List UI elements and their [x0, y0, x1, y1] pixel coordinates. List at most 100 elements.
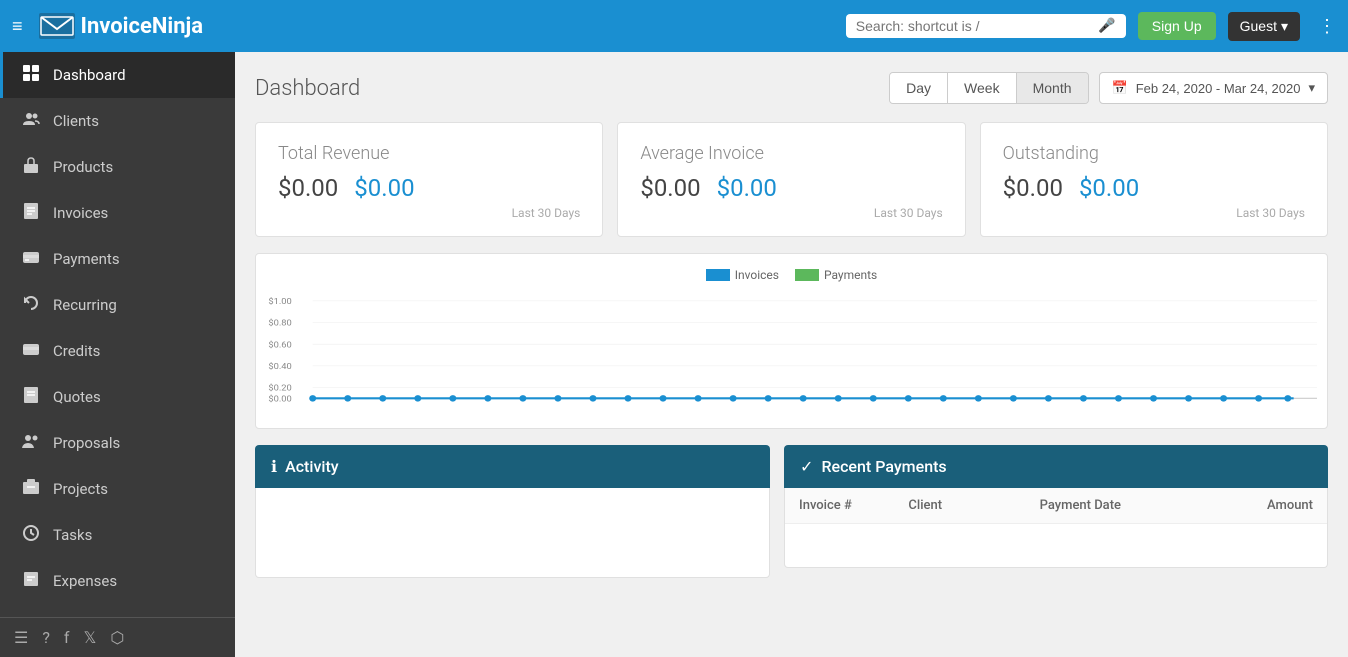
activity-panel-body — [255, 488, 770, 578]
clients-icon — [21, 110, 41, 132]
bottom-section: ℹ Activity ✓ Recent Payments Invoice # C… — [255, 445, 1328, 578]
stat-card-average-invoice: Average Invoice $0.00 $0.00 Last 30 Days — [617, 122, 965, 237]
stat-values: $0.00 $0.00 — [640, 174, 942, 202]
sidebar-item-label: Expenses — [53, 572, 117, 590]
stat-main-value: $0.00 — [278, 174, 338, 202]
sidebar-item-label: Credits — [53, 342, 100, 360]
sidebar-footer: ☰ ? f 𝕏 ⬡ — [0, 617, 235, 657]
period-btn-day[interactable]: Day — [890, 73, 948, 103]
activity-panel-header: ℹ Activity — [255, 445, 770, 488]
sidebar-item-label: Invoices — [53, 204, 108, 222]
stat-title: Average Invoice — [640, 143, 942, 164]
col-client-header: Client — [908, 498, 1039, 513]
chart-area: $1.00 $0.80 $0.60 $0.40 $0.20 $0.00 — [266, 290, 1317, 420]
stat-card-total-revenue: Total Revenue $0.00 $0.00 Last 30 Days — [255, 122, 603, 237]
sidebar-item-recurring[interactable]: Recurring — [0, 282, 235, 328]
products-icon — [21, 156, 41, 178]
date-range-button[interactable]: 📅 Feb 24, 2020 - Mar 24, 2020 ▾ — [1099, 72, 1329, 104]
chart-container: Invoices Payments $1.00 — [255, 253, 1328, 429]
tasks-icon — [21, 524, 41, 546]
sidebar-item-dashboard[interactable]: Dashboard — [0, 52, 235, 98]
ellipsis-icon[interactable]: ⋮ — [1318, 16, 1336, 37]
chart-svg: $1.00 $0.80 $0.60 $0.40 $0.20 $0.00 — [266, 290, 1317, 420]
sidebar: Dashboard Clients Products Invoices Paym… — [0, 52, 235, 657]
stat-main-value: $0.00 — [1003, 174, 1063, 202]
recent-payments-panel: ✓ Recent Payments Invoice # Client Payme… — [784, 445, 1328, 578]
github-icon[interactable]: ⬡ — [110, 628, 124, 647]
sidebar-item-products[interactable]: Products — [0, 144, 235, 190]
sidebar-item-label: Products — [53, 158, 113, 176]
col-amount-header: Amount — [1204, 498, 1313, 513]
legend-payments-label: Payments — [824, 268, 877, 282]
stat-card-outstanding: Outstanding $0.00 $0.00 Last 30 Days — [980, 122, 1328, 237]
dashboard-icon — [21, 64, 41, 86]
search-bar[interactable]: 🎤 — [846, 14, 1126, 38]
expenses-icon — [21, 570, 41, 592]
col-date-header: Payment Date — [1040, 498, 1204, 513]
svg-text:$0.80: $0.80 — [268, 318, 291, 329]
sidebar-item-clients[interactable]: Clients — [0, 98, 235, 144]
sidebar-item-payments[interactable]: Payments — [0, 236, 235, 282]
facebook-icon[interactable]: f — [64, 628, 70, 647]
legend-payments-box — [795, 269, 819, 281]
sidebar-item-expenses[interactable]: Expenses — [0, 558, 235, 604]
projects-icon — [21, 478, 41, 500]
chevron-down-icon: ▾ — [1281, 18, 1288, 35]
activity-title: Activity — [285, 457, 339, 476]
logo-envelope-icon — [39, 13, 75, 39]
date-range-label: Feb 24, 2020 - Mar 24, 2020 — [1136, 81, 1301, 96]
col-invoice-header: Invoice # — [799, 498, 908, 513]
sidebar-item-proposals[interactable]: Proposals — [0, 420, 235, 466]
stat-title: Total Revenue — [278, 143, 580, 164]
sidebar-item-label: Dashboard — [53, 66, 126, 84]
legend-invoices-label: Invoices — [735, 268, 779, 282]
legend-invoices-box — [706, 269, 730, 281]
sidebar-item-quotes[interactable]: Quotes — [0, 374, 235, 420]
signup-button[interactable]: Sign Up — [1138, 12, 1216, 40]
search-input[interactable] — [856, 18, 1093, 34]
recurring-icon — [21, 294, 41, 316]
top-header: ≡ InvoiceNinja 🎤 Sign Up Guest ▾ ⋮ — [0, 0, 1348, 52]
chevron-down-icon: ▾ — [1308, 80, 1315, 96]
sidebar-item-tasks[interactable]: Tasks — [0, 512, 235, 558]
payments-icon — [21, 248, 41, 270]
sidebar-item-projects[interactable]: Projects — [0, 466, 235, 512]
svg-text:$0.60: $0.60 — [268, 340, 291, 351]
calendar-icon: 📅 — [1112, 80, 1128, 96]
logo-text: InvoiceNinja — [81, 14, 204, 39]
table-header: Invoice # Client Payment Date Amount — [785, 488, 1327, 524]
stat-values: $0.00 $0.00 — [278, 174, 580, 202]
period-buttons: DayWeekMonth — [889, 72, 1088, 104]
proposals-icon — [21, 432, 41, 454]
stat-blue-value: $0.00 — [717, 174, 777, 202]
legend-payments: Payments — [795, 268, 877, 282]
period-btn-week[interactable]: Week — [948, 73, 1017, 103]
help-icon[interactable]: ☰ — [14, 628, 28, 647]
credits-icon — [21, 340, 41, 362]
sidebar-item-invoices[interactable]: Invoices — [0, 190, 235, 236]
stat-main-value: $0.00 — [640, 174, 700, 202]
twitter-icon[interactable]: 𝕏 — [83, 628, 96, 647]
payments-check-icon: ✓ — [800, 457, 813, 476]
svg-text:$0.00: $0.00 — [268, 394, 291, 405]
period-btn-month[interactable]: Month — [1017, 73, 1088, 103]
sidebar-item-credits[interactable]: Credits — [0, 328, 235, 374]
stat-blue-value: $0.00 — [354, 174, 414, 202]
sidebar-item-label: Tasks — [53, 526, 92, 544]
stat-blue-value: $0.00 — [1079, 174, 1139, 202]
stat-sub-label: Last 30 Days — [1003, 206, 1305, 220]
hamburger-icon[interactable]: ≡ — [12, 16, 23, 37]
quotes-icon — [21, 386, 41, 408]
sidebar-item-label: Projects — [53, 480, 108, 498]
stat-sub-label: Last 30 Days — [278, 206, 580, 220]
header-controls: DayWeekMonth 📅 Feb 24, 2020 - Mar 24, 20… — [889, 72, 1328, 104]
activity-panel: ℹ Activity — [255, 445, 770, 578]
mic-icon: 🎤 — [1098, 18, 1115, 34]
payments-panel-body: Invoice # Client Payment Date Amount — [784, 488, 1328, 568]
guest-button[interactable]: Guest ▾ — [1228, 12, 1300, 41]
activity-info-icon: ℹ — [271, 457, 277, 476]
sidebar-item-label: Clients — [53, 112, 99, 130]
question-icon[interactable]: ? — [42, 628, 50, 647]
stat-title: Outstanding — [1003, 143, 1305, 164]
payments-panel-header: ✓ Recent Payments — [784, 445, 1328, 488]
